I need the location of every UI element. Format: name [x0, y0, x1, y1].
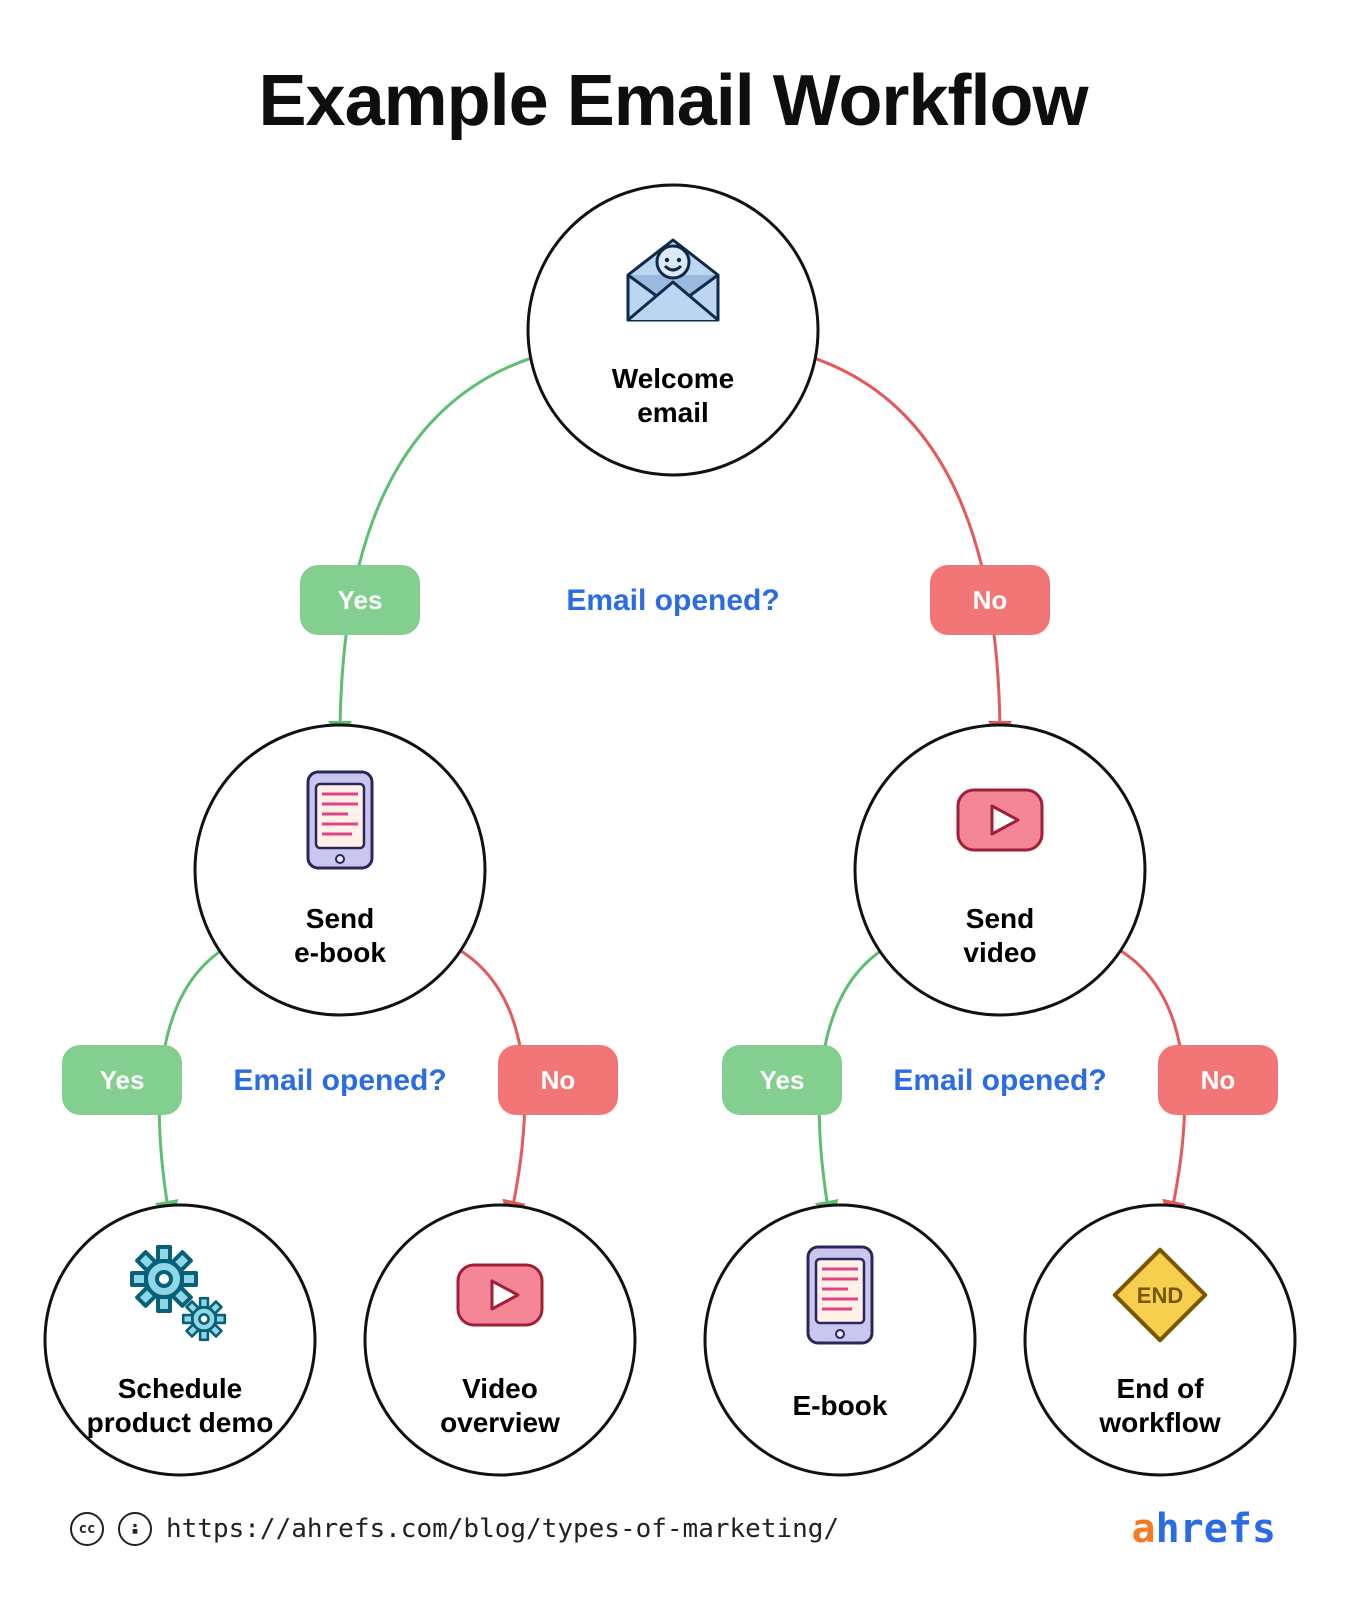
node-send-ebook: Send e-book — [195, 725, 485, 1015]
pill-no-root: No — [930, 565, 1050, 635]
cc-license-icon: cc — [70, 1512, 104, 1546]
svg-text:video: video — [963, 937, 1036, 968]
svg-text:email: email — [637, 397, 709, 428]
ebook-icon — [308, 772, 372, 868]
video-icon — [458, 1265, 542, 1325]
svg-text:No: No — [973, 585, 1008, 615]
svg-text:No: No — [1201, 1065, 1236, 1095]
node-schedule-product-demo: Schedule product demo — [45, 1205, 315, 1475]
svg-text:E-book: E-book — [793, 1390, 888, 1421]
svg-text:overview: overview — [440, 1407, 560, 1438]
svg-text:No: No — [541, 1065, 576, 1095]
pill-no-l: No — [498, 1045, 618, 1115]
decision-right: Email opened? — [893, 1064, 1106, 1097]
footer: cc https://ahrefs.com/blog/types-of-mark… — [70, 1506, 1276, 1552]
svg-text:End of: End of — [1116, 1373, 1204, 1404]
video-icon — [958, 790, 1042, 850]
edge-yes-root-to-l — [340, 350, 560, 740]
pill-yes-l: Yes — [62, 1045, 182, 1115]
svg-text:Send: Send — [306, 903, 374, 934]
svg-text:product demo: product demo — [87, 1407, 274, 1438]
pill-no-r: No — [1158, 1045, 1278, 1115]
node-send-video: Send video — [855, 725, 1145, 1015]
pill-yes-r: Yes — [722, 1045, 842, 1115]
svg-text:Yes: Yes — [760, 1065, 805, 1095]
edge-no-root-to-r — [786, 350, 1000, 740]
decision-root: Email opened? — [566, 584, 779, 617]
svg-text:Video: Video — [462, 1373, 538, 1404]
decision-left: Email opened? — [233, 1064, 446, 1097]
cc-by-icon — [118, 1512, 152, 1546]
ahrefs-logo: ahrefs — [1131, 1506, 1276, 1552]
svg-text:Schedule: Schedule — [118, 1373, 242, 1404]
node-ebook: E-book — [705, 1205, 975, 1475]
pill-yes-root: Yes — [300, 565, 420, 635]
node-welcome-email: Welcome email — [528, 185, 818, 475]
svg-text:Yes: Yes — [100, 1065, 145, 1095]
svg-text:Send: Send — [966, 903, 1034, 934]
source-url: https://ahrefs.com/blog/types-of-marketi… — [166, 1514, 839, 1544]
ebook-icon — [808, 1247, 872, 1343]
workflow-diagram: END Email opened? Email opened? Email op… — [0, 0, 1346, 1600]
svg-text:workflow: workflow — [1098, 1407, 1221, 1438]
node-end-of-workflow: End of workflow — [1025, 1205, 1295, 1475]
node-video-overview: Video overview — [365, 1205, 635, 1475]
svg-text:Yes: Yes — [338, 585, 383, 615]
svg-text:Welcome: Welcome — [612, 363, 734, 394]
svg-text:e-book: e-book — [294, 937, 386, 968]
